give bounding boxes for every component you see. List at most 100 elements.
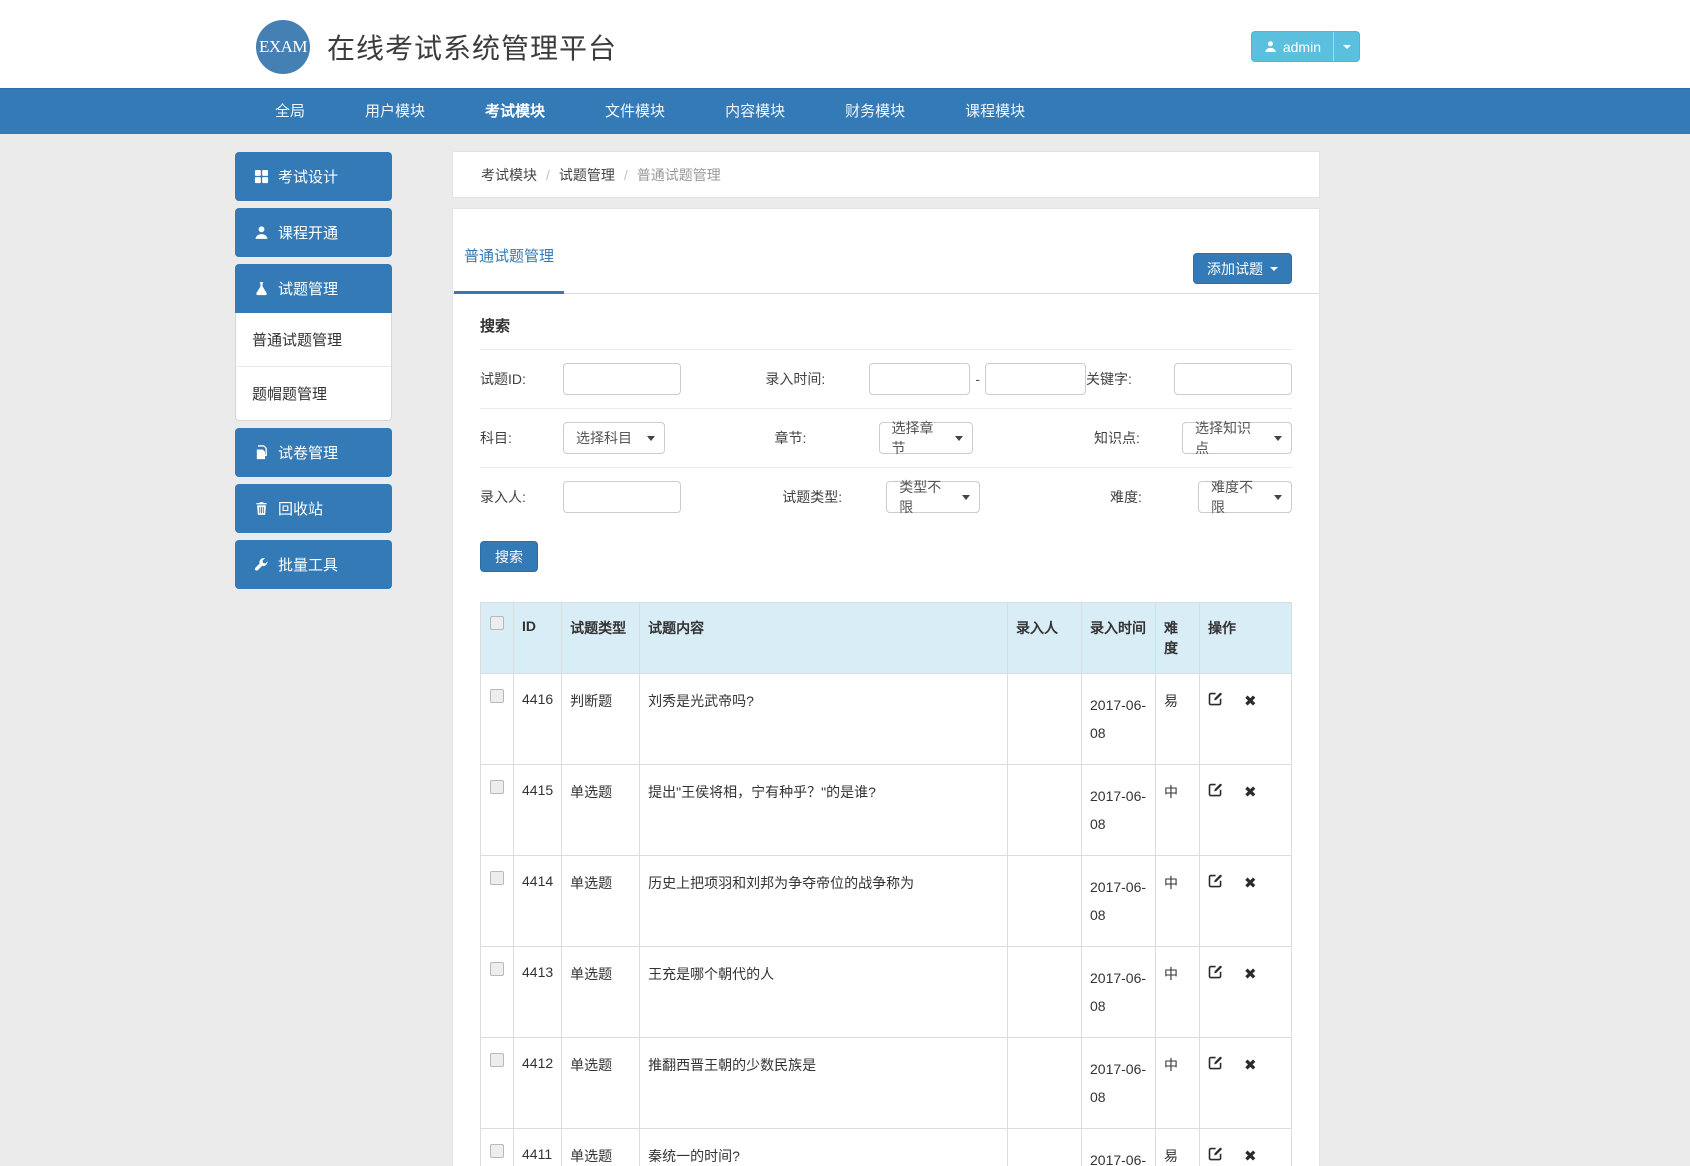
breadcrumb-item-2[interactable]: 试题管理: [559, 165, 615, 185]
nav-item-3[interactable]: 考试模块: [455, 89, 575, 134]
delete-icon[interactable]: ✖: [1244, 874, 1257, 892]
sidebar-item-2[interactable]: 课程开通: [235, 208, 392, 257]
cell-difficulty: 中: [1156, 947, 1200, 1038]
delete-icon[interactable]: ✖: [1244, 965, 1257, 983]
cell-operations: ✖: [1200, 674, 1292, 765]
chapter-select[interactable]: 选择章节: [879, 422, 973, 454]
cell-question-type: 判断题: [562, 674, 640, 765]
edit-icon[interactable]: [1208, 691, 1223, 709]
row-checkbox[interactable]: [490, 1144, 504, 1158]
row-checkbox[interactable]: [490, 780, 504, 794]
add-question-label: 添加试题: [1207, 259, 1263, 279]
nav-item-7[interactable]: 课程模块: [935, 89, 1055, 134]
cell-question-type: 单选题: [562, 1038, 640, 1129]
table-row: 4413单选题王充是哪个朝代的人2017-06-08中✖: [481, 947, 1292, 1038]
difficulty-select[interactable]: 难度不限: [1198, 481, 1292, 513]
row-checkbox[interactable]: [490, 871, 504, 885]
exam-logo: EXAM: [256, 20, 310, 74]
table-row: 4414单选题历史上把项羽和刘邦为争夺帝位的战争称为2017-06-08中✖: [481, 856, 1292, 947]
brand: EXAM 在线考试系统管理平台: [256, 20, 617, 74]
sidebar-item-label: 课程开通: [278, 222, 338, 243]
table-row: 4411单选题秦统一的时间?2017-06-08易✖: [481, 1129, 1292, 1166]
question-type-select-value: 类型不限: [899, 477, 952, 517]
cell-question-id: 4411: [514, 1129, 562, 1166]
breadcrumb-separator: /: [624, 167, 628, 183]
difficulty-label: 难度:: [1110, 487, 1198, 507]
keyword-input[interactable]: [1174, 363, 1292, 395]
cell-question-id: 4414: [514, 856, 562, 947]
question-type-label: 试题类型:: [782, 487, 886, 507]
cell-entry-time: 2017-06-08: [1082, 1129, 1156, 1166]
row-checkbox[interactable]: [490, 689, 504, 703]
tab-common-question-management[interactable]: 普通试题管理: [454, 233, 564, 294]
cell-enterer: [1008, 856, 1082, 947]
main-column: 考试模块/试题管理/普通试题管理 普通试题管理 添加试题 搜索 试题ID: 录入…: [452, 151, 1320, 1166]
cell-difficulty: 中: [1156, 765, 1200, 856]
sidebar-item-5[interactable]: 回收站: [235, 484, 392, 533]
breadcrumb: 考试模块/试题管理/普通试题管理: [452, 151, 1320, 198]
user-name: admin: [1283, 39, 1321, 55]
cell-question-id: 4413: [514, 947, 562, 1038]
edit-icon[interactable]: [1208, 782, 1223, 800]
breadcrumb-item-1[interactable]: 考试模块: [481, 165, 537, 185]
chevron-down-icon: [647, 436, 655, 441]
sidebar-item-label: 考试设计: [278, 166, 338, 187]
sidebar-item-6[interactable]: 批量工具: [235, 540, 392, 589]
question-table-body: 4416判断题刘秀是光武帝吗?2017-06-08易✖4415单选题提出"王侯将…: [481, 674, 1292, 1166]
subject-select[interactable]: 选择科目: [563, 422, 665, 454]
select-all-checkbox[interactable]: [490, 616, 504, 630]
cell-question-content: 刘秀是光武帝吗?: [640, 674, 1008, 765]
sidebar-item-4[interactable]: 试卷管理: [235, 428, 392, 477]
table-row: 4415单选题提出"王侯将相，宁有种乎？"的是谁?2017-06-08中✖: [481, 765, 1292, 856]
main-navbar: 全局用户模块考试模块文件模块内容模块财务模块课程模块: [0, 88, 1690, 134]
row-checkbox[interactable]: [490, 962, 504, 976]
cell-enterer: [1008, 674, 1082, 765]
submenu-item-2[interactable]: 题帽题管理: [236, 366, 391, 420]
search-submit-button[interactable]: 搜索: [480, 541, 538, 572]
entry-time-start-input[interactable]: [869, 363, 970, 395]
trash-icon: [254, 501, 269, 516]
enterer-input[interactable]: [563, 481, 681, 513]
difficulty-select-value: 难度不限: [1211, 477, 1264, 517]
search-section-title: 搜索: [480, 315, 1292, 336]
nav-item-6[interactable]: 财务模块: [815, 89, 935, 134]
nav-item-2[interactable]: 用户模块: [335, 89, 455, 134]
delete-icon[interactable]: ✖: [1244, 783, 1257, 801]
cell-question-content: 秦统一的时间?: [640, 1129, 1008, 1166]
content-panel: 普通试题管理 添加试题 搜索 试题ID: 录入时间: - 关键字:: [452, 208, 1320, 1166]
cell-question-type: 单选题: [562, 947, 640, 1038]
top-header: EXAM 在线考试系统管理平台 admin: [0, 0, 1690, 88]
search-section: 搜索 试题ID: 录入时间: - 关键字:: [453, 315, 1319, 1166]
delete-icon[interactable]: ✖: [1244, 1147, 1257, 1165]
entry-time-end-input[interactable]: [985, 363, 1086, 395]
delete-icon[interactable]: ✖: [1244, 692, 1257, 710]
sidebar-item-1[interactable]: 考试设计: [235, 152, 392, 201]
edit-icon[interactable]: [1208, 964, 1223, 982]
edit-icon[interactable]: [1208, 1146, 1223, 1164]
cell-entry-time: 2017-06-08: [1082, 1038, 1156, 1129]
edit-icon[interactable]: [1208, 1055, 1223, 1073]
user-dropdown-toggle[interactable]: [1334, 31, 1360, 62]
add-question-button[interactable]: 添加试题: [1193, 253, 1292, 284]
cell-operations: ✖: [1200, 765, 1292, 856]
nav-item-4[interactable]: 文件模块: [575, 89, 695, 134]
table-header-row: ID试题类型试题内容录入人录入时间难度操作: [481, 603, 1292, 674]
sidebar-item-3[interactable]: 试题管理: [235, 264, 392, 313]
cell-enterer: [1008, 765, 1082, 856]
question-table: ID试题类型试题内容录入人录入时间难度操作 4416判断题刘秀是光武帝吗?201…: [480, 602, 1292, 1166]
sidebar-item-label: 试题管理: [278, 278, 338, 299]
edit-icon[interactable]: [1208, 873, 1223, 891]
grid-icon: [254, 169, 269, 184]
column-header-2: 试题类型: [562, 603, 640, 674]
user-menu: admin: [1251, 31, 1360, 62]
question-id-input[interactable]: [563, 363, 681, 395]
chevron-down-icon: [1343, 45, 1351, 49]
submenu-item-1[interactable]: 普通试题管理: [236, 313, 391, 366]
admin-user-button[interactable]: admin: [1251, 31, 1334, 62]
nav-item-1[interactable]: 全局: [245, 89, 335, 134]
question-type-select[interactable]: 类型不限: [886, 481, 980, 513]
delete-icon[interactable]: ✖: [1244, 1056, 1257, 1074]
nav-item-5[interactable]: 内容模块: [695, 89, 815, 134]
row-checkbox[interactable]: [490, 1053, 504, 1067]
knowledge-point-select[interactable]: 选择知识点: [1182, 422, 1292, 454]
